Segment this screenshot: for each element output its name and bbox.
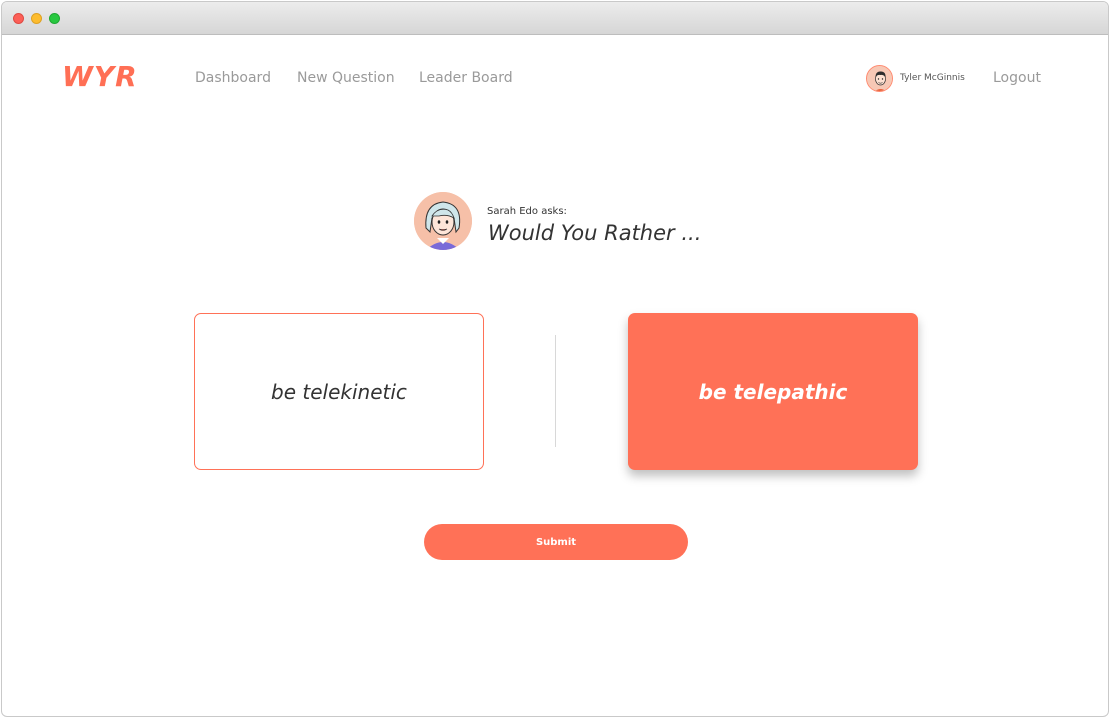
- option-two-card[interactable]: be telepathic: [628, 313, 918, 470]
- minimize-window-button[interactable]: [31, 13, 42, 24]
- logout-link[interactable]: Logout: [993, 70, 1041, 86]
- nav-new-question[interactable]: New Question: [297, 70, 395, 86]
- options-divider: [555, 335, 556, 447]
- nav-leader-board[interactable]: Leader Board: [419, 70, 513, 86]
- window-titlebar: [2, 2, 1108, 35]
- app-logo[interactable]: WYR: [62, 60, 138, 93]
- user-avatar: [866, 65, 893, 92]
- asker-avatar: [414, 192, 472, 250]
- browser-window: WYR Dashboard New Question Leader Board …: [1, 1, 1109, 717]
- option-one-label: be telekinetic: [271, 379, 407, 404]
- submit-button[interactable]: Submit: [424, 524, 688, 560]
- asker-avatar-icon: [414, 192, 472, 250]
- close-window-button[interactable]: [13, 13, 24, 24]
- option-one-card[interactable]: be telekinetic: [194, 313, 484, 470]
- nav-dashboard[interactable]: Dashboard: [195, 70, 271, 86]
- option-two-label: be telepathic: [698, 379, 848, 404]
- asker-label: Sarah Edo asks:: [487, 206, 567, 217]
- zoom-window-button[interactable]: [49, 13, 60, 24]
- question-title: Would You Rather ...: [488, 221, 702, 245]
- user-name: Tyler McGinnis: [900, 73, 965, 83]
- user-avatar-icon: [867, 66, 892, 91]
